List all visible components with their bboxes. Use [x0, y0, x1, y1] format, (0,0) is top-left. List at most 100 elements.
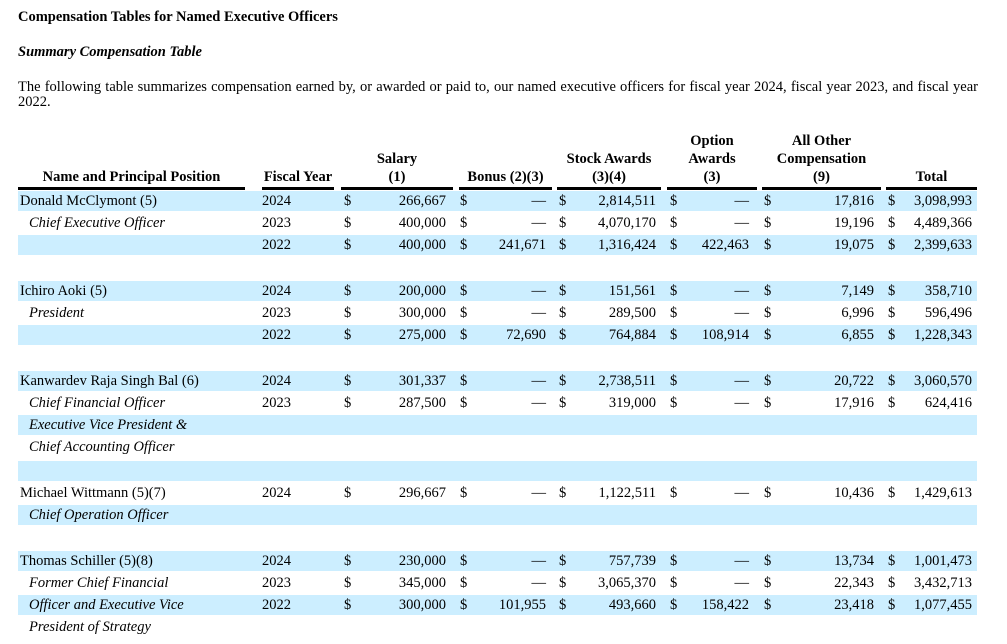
executive-name-position: President of Strategy: [29, 619, 151, 635]
total-cell: 624,416: [924, 395, 972, 411]
salary-cell: 296,667: [398, 485, 446, 501]
total-cell: 3,060,570: [914, 373, 972, 389]
bonus-cell: —: [531, 193, 547, 209]
fiscal-year-cell: 2023: [262, 575, 291, 591]
currency-symbol: $: [764, 575, 772, 591]
fiscal-year-cell: 2022: [262, 237, 291, 253]
all-other-compensation-cell: 17,916: [834, 395, 874, 411]
all-other-compensation-cell: 6,996: [841, 305, 874, 321]
currency-symbol: $: [764, 237, 772, 253]
executive-name-position: Chief Accounting Officer: [29, 439, 175, 455]
option-awards-cell: —: [734, 193, 750, 209]
total-cell: 3,098,993: [914, 193, 972, 209]
all-other-compensation-cell: 22,343: [834, 575, 874, 591]
currency-symbol: $: [764, 283, 772, 299]
header-stock-awards: Stock Awards (3)(4): [566, 151, 652, 185]
option-awards-cell: —: [734, 373, 750, 389]
salary-cell: 400,000: [398, 215, 446, 231]
header-bonus: Bonus (2)(3): [467, 169, 544, 185]
bonus-cell: —: [531, 395, 547, 411]
fiscal-year-cell: 2023: [262, 305, 291, 321]
salary-cell: 266,667: [398, 193, 446, 209]
executive-name-position: Officer and Executive Vice: [29, 597, 184, 613]
all-other-compensation-cell: 19,075: [834, 237, 874, 253]
currency-symbol: $: [764, 193, 772, 209]
header-underline: [18, 187, 245, 190]
stock-awards-cell: 1,316,424: [598, 237, 656, 253]
salary-cell: 345,000: [398, 575, 446, 591]
header-underline: [557, 187, 661, 190]
currency-symbol: $: [764, 597, 772, 613]
all-other-compensation-cell: 19,196: [834, 215, 874, 231]
currency-symbol: $: [344, 215, 352, 231]
all-other-compensation-cell: 20,722: [834, 373, 874, 389]
total-cell: 1,077,455: [914, 597, 972, 613]
currency-symbol: $: [764, 553, 772, 569]
header-underline: [886, 187, 977, 190]
header-option-awards: Option Awards (3): [688, 133, 736, 185]
executive-name-position: Kanwardev Raja Singh Bal (6): [20, 373, 199, 389]
stock-awards-cell: 4,070,170: [598, 215, 656, 231]
all-other-compensation-cell: 13,734: [834, 553, 874, 569]
fiscal-year-cell: 2024: [262, 193, 291, 209]
all-other-compensation-cell: 17,816: [834, 193, 874, 209]
bonus-cell: 241,671: [498, 237, 546, 253]
total-cell: 1,001,473: [914, 553, 972, 569]
currency-symbol: $: [344, 395, 352, 411]
header-underline: [262, 187, 334, 190]
fiscal-year-cell: 2024: [262, 283, 291, 299]
header-total: Total: [915, 169, 948, 185]
total-cell: 596,496: [924, 305, 972, 321]
bonus-cell: —: [531, 485, 547, 501]
currency-symbol: $: [764, 215, 772, 231]
currency-symbol: $: [344, 305, 352, 321]
currency-symbol: $: [764, 305, 772, 321]
executive-name-position: Former Chief Financial: [29, 575, 169, 591]
option-awards-cell: —: [734, 553, 750, 569]
executive-name-position: Ichiro Aoki (5): [20, 283, 107, 299]
bonus-cell: —: [531, 373, 547, 389]
fiscal-year-cell: 2024: [262, 485, 291, 501]
stock-awards-cell: 319,000: [608, 395, 656, 411]
currency-symbol: $: [344, 485, 352, 501]
stock-awards-cell: 493,660: [608, 597, 656, 613]
stock-awards-cell: 3,065,370: [598, 575, 656, 591]
section-title: Compensation Tables for Named Executive …: [18, 9, 338, 25]
bonus-cell: 72,690: [506, 327, 546, 343]
stock-awards-cell: 764,884: [608, 327, 656, 343]
salary-cell: 400,000: [398, 237, 446, 253]
header-name: Name and Principal Position: [42, 169, 221, 185]
bonus-cell: —: [531, 553, 547, 569]
compensation-table-body: Donald McClymont (5) 2024 $266,667 $ — $2,814…: [18, 191, 977, 644]
total-cell: 2,399,633: [914, 237, 972, 253]
stock-awards-cell: 2,738,511: [598, 373, 656, 389]
currency-symbol: $: [764, 327, 772, 343]
header-salary: Salary (1): [376, 151, 418, 185]
executive-name-position: Executive Vice President &: [29, 417, 188, 433]
total-cell: 4,489,366: [914, 215, 972, 231]
executive-name-position: Michael Wittmann (5)(7): [20, 485, 166, 501]
currency-symbol: $: [764, 395, 772, 411]
fiscal-year-cell: 2022: [262, 327, 291, 343]
option-awards-cell: —: [734, 305, 750, 321]
stock-awards-cell: 151,561: [608, 283, 656, 299]
currency-symbol: $: [344, 283, 352, 299]
fiscal-year-cell: 2022: [262, 597, 291, 613]
executive-name-position: Chief Operation Officer: [29, 507, 169, 523]
option-awards-cell: 422,463: [701, 237, 749, 253]
salary-cell: 275,000: [398, 327, 446, 343]
salary-cell: 300,000: [398, 305, 446, 321]
stock-awards-cell: 2,814,511: [598, 193, 656, 209]
header-all-other-compensation: All Other Compensation (9): [776, 133, 867, 185]
total-cell: 358,710: [924, 283, 972, 299]
fiscal-year-cell: 2024: [262, 553, 291, 569]
subsection-title: Summary Compensation Table: [18, 44, 202, 60]
fiscal-year-cell: 2024: [262, 373, 291, 389]
salary-cell: 287,500: [398, 395, 446, 411]
option-awards-cell: 108,914: [701, 327, 749, 343]
stock-awards-cell: 757,739: [608, 553, 656, 569]
all-other-compensation-cell: 23,418: [834, 597, 874, 613]
bonus-cell: —: [531, 575, 547, 591]
option-awards-cell: 158,422: [701, 597, 749, 613]
currency-symbol: $: [344, 373, 352, 389]
